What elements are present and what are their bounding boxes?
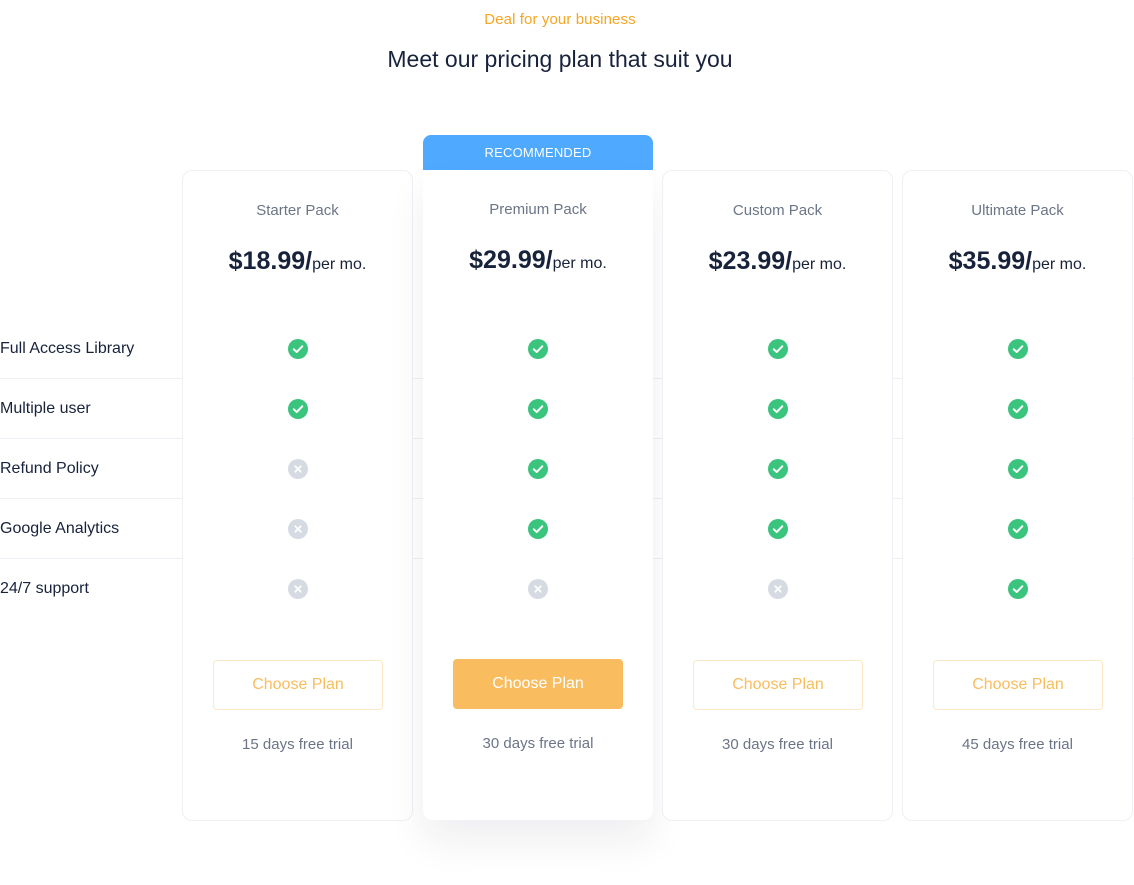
- price-amount: $23.99/: [708, 247, 793, 275]
- check-circle-icon: [1008, 399, 1028, 419]
- choose-plan-button[interactable]: Choose Plan: [213, 660, 383, 710]
- check-circle-icon: [1008, 459, 1028, 479]
- price-amount: $18.99/: [228, 247, 313, 275]
- check-circle-icon: [288, 399, 308, 419]
- plan-name: Premium Pack: [489, 201, 587, 218]
- price-period: per mo.: [1032, 256, 1087, 273]
- plan-card-ultimate: Ultimate Pack $35.99/per mo. Choose Plan…: [902, 170, 1133, 821]
- feature-label-refund-policy: Refund Policy: [0, 460, 99, 477]
- plan-price: $23.99/per mo.: [663, 247, 892, 276]
- plan-name: Custom Pack: [732, 202, 823, 219]
- check-circle-icon: [768, 459, 788, 479]
- eyebrow-text: Deal for your business: [484, 11, 636, 28]
- plan-card-premium: Premium Pack $29.99/per mo. Choose Plan …: [423, 170, 653, 820]
- check-circle-icon: [768, 339, 788, 359]
- price-period: per mo.: [552, 255, 607, 272]
- price-period: per mo.: [792, 256, 847, 273]
- plan-name: Starter Pack: [256, 202, 339, 219]
- page-title: Meet our pricing plan that suit you: [387, 46, 733, 72]
- check-circle-icon: [768, 399, 788, 419]
- check-circle-icon: [1008, 519, 1028, 539]
- price-amount: $35.99/: [948, 247, 1033, 275]
- plan-price: $18.99/per mo.: [183, 247, 412, 276]
- x-circle-icon: [768, 579, 788, 599]
- x-circle-icon: [288, 579, 308, 599]
- trial-text: 30 days free trial: [722, 736, 833, 753]
- check-circle-icon: [1008, 339, 1028, 359]
- feature-label-google-analytics: Google Analytics: [0, 520, 120, 537]
- check-circle-icon: [288, 339, 308, 359]
- trial-text: 45 days free trial: [962, 736, 1073, 753]
- check-circle-icon: [528, 399, 548, 419]
- recommended-badge: RECOMMENDED: [423, 135, 653, 170]
- trial-text: 15 days free trial: [242, 736, 353, 753]
- choose-plan-button[interactable]: Choose Plan: [933, 660, 1103, 710]
- x-circle-icon: [288, 519, 308, 539]
- price-amount: $29.99/: [469, 246, 553, 274]
- plan-price: $29.99/per mo.: [423, 246, 653, 275]
- check-circle-icon: [528, 339, 548, 359]
- plan-card-custom: Custom Pack $23.99/per mo. Choose Plan 3…: [662, 170, 893, 821]
- x-circle-icon: [288, 459, 308, 479]
- feature-label-multiple-user: Multiple user: [0, 400, 91, 417]
- feature-label-full-access: Full Access Library: [0, 340, 135, 357]
- choose-plan-button[interactable]: Choose Plan: [693, 660, 863, 710]
- feature-label-support: 24/7 support: [0, 580, 89, 597]
- price-period: per mo.: [312, 256, 367, 273]
- plan-name: Ultimate Pack: [971, 202, 1064, 219]
- check-circle-icon: [768, 519, 788, 539]
- plan-price: $35.99/per mo.: [903, 247, 1132, 276]
- check-circle-icon: [1008, 579, 1028, 599]
- trial-text: 30 days free trial: [482, 735, 594, 752]
- x-circle-icon: [528, 579, 548, 599]
- check-circle-icon: [528, 459, 548, 479]
- plan-card-starter: Starter Pack $18.99/per mo. Choose Plan …: [182, 170, 413, 821]
- check-circle-icon: [528, 519, 548, 539]
- choose-plan-button[interactable]: Choose Plan: [453, 659, 623, 709]
